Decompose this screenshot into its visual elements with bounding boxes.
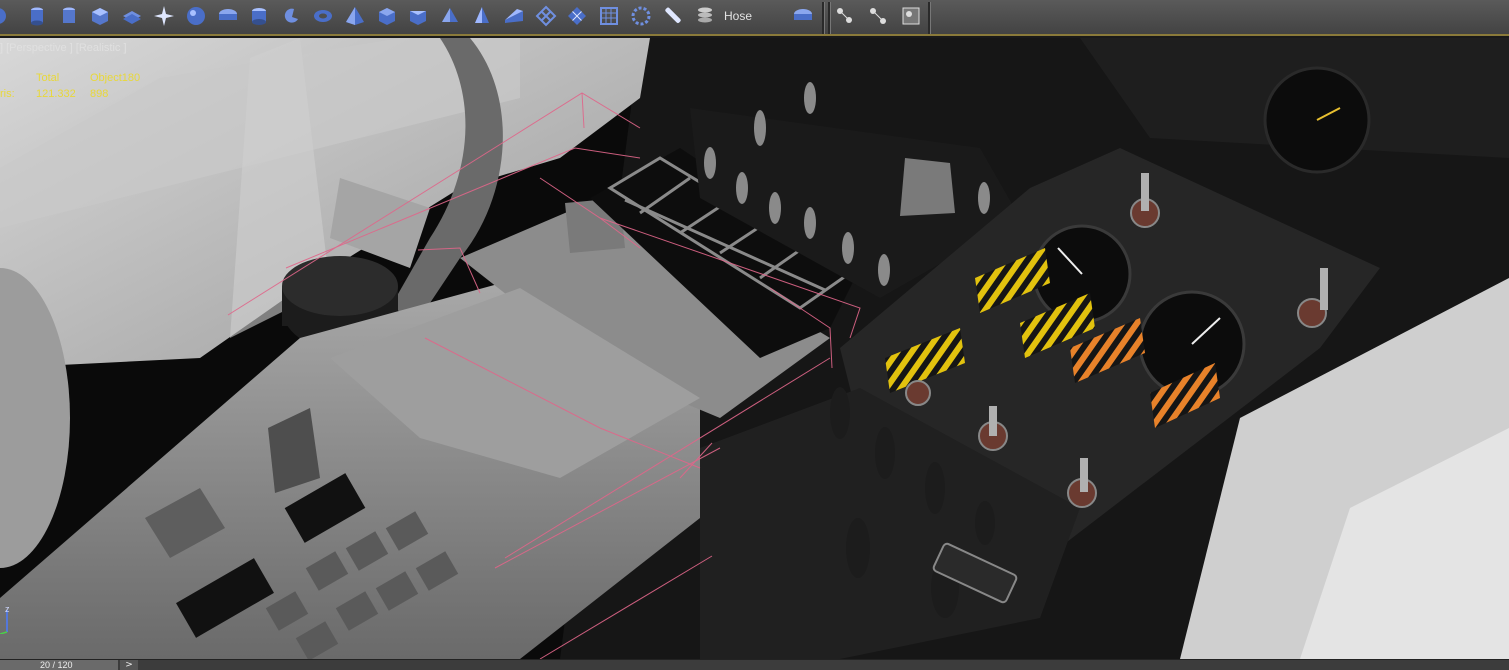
create-toolbar: Hose <box>0 0 1509 36</box>
tube-icon <box>62 7 75 23</box>
hedra-spiral-icon <box>285 8 299 23</box>
stats-object-value: 898 <box>90 88 109 100</box>
box-icon <box>92 8 109 25</box>
toolbar-button-sphere-half[interactable] <box>0 3 18 29</box>
toolbar-button-scene-explorer[interactable] <box>898 3 924 29</box>
toolbar-button-diamond-grid[interactable] <box>564 3 590 29</box>
stats-total-value: 121.332 <box>36 88 76 100</box>
selection-set-icon <box>837 8 852 23</box>
toolbar-button-grid[interactable] <box>596 3 622 29</box>
gengon-icon <box>442 8 459 22</box>
lattice-icon <box>535 5 557 27</box>
toolbar-button-capsule-end[interactable] <box>790 3 816 29</box>
cone-icon <box>475 7 489 23</box>
stats-header-total: Total <box>36 72 60 84</box>
diamond-grid-icon <box>568 7 587 25</box>
toolbar-button-star[interactable] <box>151 3 177 29</box>
axis-z-label: z <box>5 604 10 614</box>
hose-pencil-icon <box>665 7 681 23</box>
cockpit-render <box>0 38 1509 659</box>
cylinder-icon <box>30 7 43 26</box>
oiltank-icon <box>252 8 267 25</box>
toolbar-button-hedra-spiral[interactable] <box>278 3 304 29</box>
mirror-icon <box>870 8 886 24</box>
toolbar-button-gengon[interactable] <box>437 3 463 29</box>
toolbar-button-torus[interactable] <box>310 3 336 29</box>
hose-label: Hose <box>724 9 753 23</box>
torus-icon <box>314 10 332 22</box>
spring-stack-icon <box>697 7 712 23</box>
star-icon <box>154 6 174 26</box>
pyramid-icon <box>345 7 364 25</box>
toolbar-button-hose-pencil[interactable] <box>660 3 686 29</box>
capsule-icon <box>794 9 812 20</box>
toolbar-button-plane-stack[interactable] <box>119 3 145 29</box>
toolbar-button-wedge[interactable] <box>501 3 527 29</box>
toolbar-separator <box>928 2 931 34</box>
viewport-label[interactable]: ] [Perspective ] [Realistic ] <box>0 42 127 54</box>
prism-icon <box>410 11 427 25</box>
toolbar-separator <box>828 2 831 34</box>
axis-gizmo: z <box>0 604 14 635</box>
torus-knot-icon <box>631 6 651 26</box>
capsule-icon <box>218 9 237 20</box>
sphere-half-icon <box>0 8 6 24</box>
toolbar-button-lattice[interactable] <box>533 3 559 29</box>
toolbar-button-cylinder[interactable] <box>24 3 50 29</box>
wedge-icon <box>504 9 523 23</box>
toolbar-button-geosphere[interactable] <box>183 3 209 29</box>
time-slider[interactable]: 20 / 120 > <box>0 659 1509 670</box>
stats-header-object: Object180 <box>90 72 141 84</box>
toolbar-button-cone[interactable] <box>469 3 495 29</box>
stats-row-label: ris: <box>0 88 15 100</box>
toolbar-button-selection-set[interactable] <box>832 3 858 29</box>
toolbar-button-prism[interactable] <box>405 3 431 29</box>
toolbar-button-capsule[interactable] <box>215 3 241 29</box>
toolbar-button-mirror[interactable] <box>865 3 891 29</box>
toolbar-button-pyramid[interactable] <box>342 3 368 29</box>
toolbar-button-chamfer-box[interactable] <box>374 3 400 29</box>
toolbar-button-oiltank[interactable] <box>246 3 272 29</box>
toolbar-button-torus-knot[interactable] <box>628 3 654 29</box>
scene-explorer-icon <box>902 7 920 25</box>
geosphere-icon <box>186 7 205 25</box>
toolbar-button-spring-stack[interactable] <box>692 3 718 29</box>
grid-icon <box>600 7 619 25</box>
chamfer-box-icon <box>378 8 395 25</box>
toolbar-button-tube[interactable] <box>56 3 82 29</box>
plane-stack-icon <box>123 11 142 24</box>
toolbar-separator <box>822 2 825 34</box>
toolbar-button-box[interactable] <box>87 3 113 29</box>
perspective-viewport[interactable]: ] [Perspective ] [Realistic ] Total Obje… <box>0 38 1509 659</box>
